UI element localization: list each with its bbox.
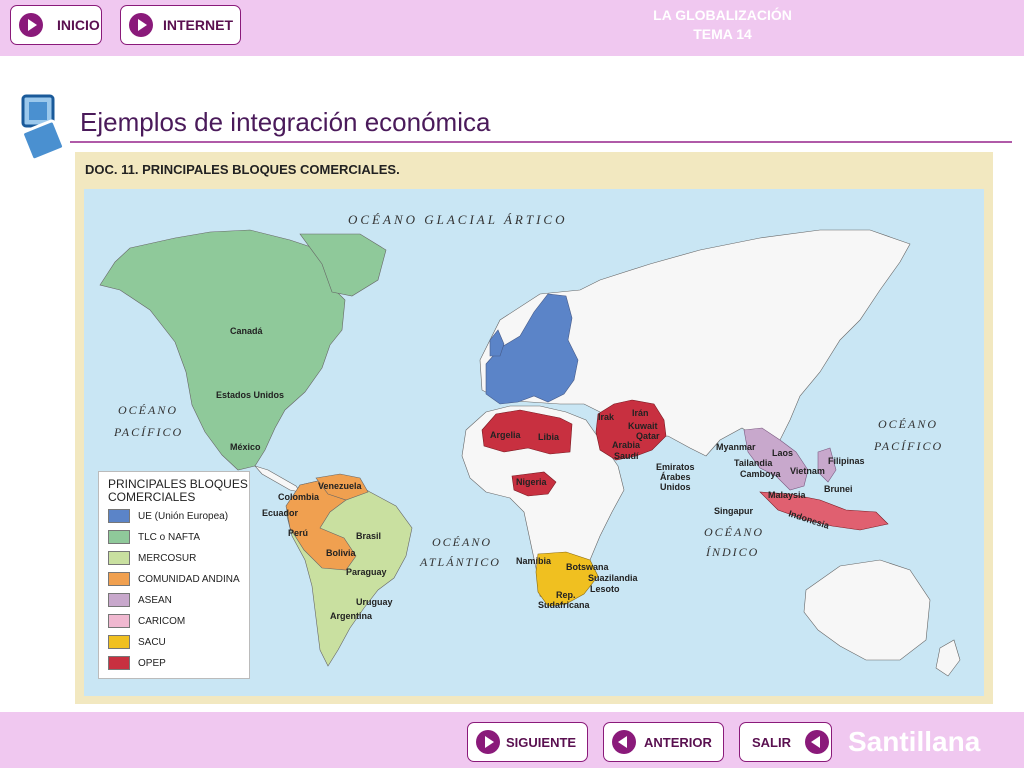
label-camboya: Camboya [740,469,782,479]
label-laos: Laos [772,448,793,458]
label-emiratos-1: Emiratos [656,462,695,472]
label-sudafricana: Sudafricana [538,600,591,610]
label-botswana: Botswana [566,562,610,572]
legend-item: ASEAN [108,593,172,607]
label-arabia-2: Saudí [614,451,639,461]
play-icon [19,13,43,37]
label-brunei: Brunei [824,484,853,494]
salir-button[interactable]: SALIR [739,722,832,762]
legend-item: UE (Unión Europea) [108,509,228,523]
label-oceano-atlantico-2: ATLÁNTICO [419,555,501,569]
label-colombia: Colombia [278,492,320,502]
label-bolivia: Bolivia [326,548,357,558]
legend-label: ASEAN [138,594,172,606]
legend-swatch [108,551,130,565]
label-filipinas: Filipinas [828,456,865,466]
label-oceano-pacifico-east-2: PACÍFICO [873,439,943,453]
label-peru: Perú [288,528,308,538]
legend-item: TLC o NAFTA [108,530,200,544]
label-rep: Rep. [556,590,576,600]
legend-title: PRINCIPALES BLOQUES COMERCIALES [108,477,248,504]
label-iran: Irán [632,408,649,418]
siguiente-button[interactable]: SIGUIENTE [467,722,588,762]
siguiente-label: SIGUIENTE [506,734,577,750]
legend-swatch [108,635,130,649]
play-icon [129,13,153,37]
label-canada: Canadá [230,326,264,336]
legend-label: COMUNIDAD ANDINA [138,573,240,585]
label-oceano-indico-2: ÍNDICO [705,545,759,559]
back-icon [612,730,636,754]
label-myanmar: Myanmar [716,442,756,452]
play-icon [476,730,500,754]
legend-swatch [108,572,130,586]
document-stack-icon [21,94,66,162]
santillana-logo: Santillana [848,726,981,757]
legend-label: OPEP [138,657,166,669]
label-argelia: Argelia [490,430,522,440]
label-kuwait: Kuwait [628,421,658,431]
inicio-label: INICIO [57,17,100,33]
label-oceano-pacifico-east-1: OCÉANO [878,417,938,431]
legend-swatch [108,614,130,628]
document-caption: DOC. 11. PRINCIPALES BLOQUES COMERCIALES… [85,162,400,177]
anterior-button[interactable]: ANTERIOR [603,722,724,762]
label-emiratos-3: Unidos [660,482,691,492]
header-title: LA GLOBALIZACIÓN TEMA 14 [620,6,825,44]
label-venezuela: Venezuela [318,481,363,491]
label-lesoto: Lesoto [590,584,620,594]
label-paraguay: Paraguay [346,567,387,577]
legend-item: SACU [108,635,166,649]
salir-label: SALIR [752,734,791,750]
label-oceano-atlantico-1: OCÉANO [432,535,492,549]
legend-swatch [108,656,130,670]
header-title-line2: TEMA 14 [693,26,752,42]
label-malaysia: Malaysia [768,490,807,500]
legend-label: CARICOM [138,615,186,627]
label-uruguay: Uruguay [356,597,393,607]
header-title-line1: LA GLOBALIZACIÓN [653,7,792,23]
legend-label: MERCOSUR [138,552,197,564]
label-vietnam: Vietnam [790,466,825,476]
label-oceano-indico-1: OCÉANO [704,525,764,539]
label-oceano-glacial: OCÉANO GLACIAL ÁRTICO [348,212,568,227]
label-estados-unidos: Estados Unidos [216,390,284,400]
internet-button[interactable]: INTERNET [120,5,241,45]
legend-label: TLC o NAFTA [138,531,201,543]
label-suazilandia: Suazilandia [588,573,639,583]
label-argentina: Argentina [330,611,373,621]
label-mexico: México [230,442,261,452]
map-legend: PRINCIPALES BLOQUES COMERCIALES UE (Unió… [98,471,250,679]
anterior-label: ANTERIOR [644,734,712,750]
legend-swatch [108,593,130,607]
legend-item: OPEP [108,656,166,670]
page-title: Ejemplos de integración económica [80,107,491,137]
label-brasil: Brasil [356,531,381,541]
title-divider [70,141,1012,143]
label-oceano-pacifico-west-2: PACÍFICO [113,425,183,439]
label-oceano-pacifico-west-1: OCÉANO [118,403,178,417]
label-irak: Irak [598,412,615,422]
legend-item: COMUNIDAD ANDINA [108,572,240,586]
legend-swatch [108,530,130,544]
legend-label: UE (Unión Europea) [138,510,229,522]
label-arabia-1: Arabia [612,440,641,450]
back-icon [805,730,829,754]
legend-label: SACU [138,636,166,648]
label-tailandia: Tailandia [734,458,773,468]
label-nigeria: Nigeria [516,477,548,487]
label-singapur: Singapur [714,506,753,516]
inicio-button[interactable]: INICIO [10,5,102,45]
legend-item: CARICOM [108,614,185,628]
label-ecuador: Ecuador [262,508,299,518]
internet-label: INTERNET [163,17,233,33]
label-libia: Libia [538,432,560,442]
legend-item: MERCOSUR [108,551,196,565]
label-namibia: Namibia [516,556,552,566]
label-emiratos-2: Árabes [660,472,691,482]
legend-swatch [108,509,130,523]
